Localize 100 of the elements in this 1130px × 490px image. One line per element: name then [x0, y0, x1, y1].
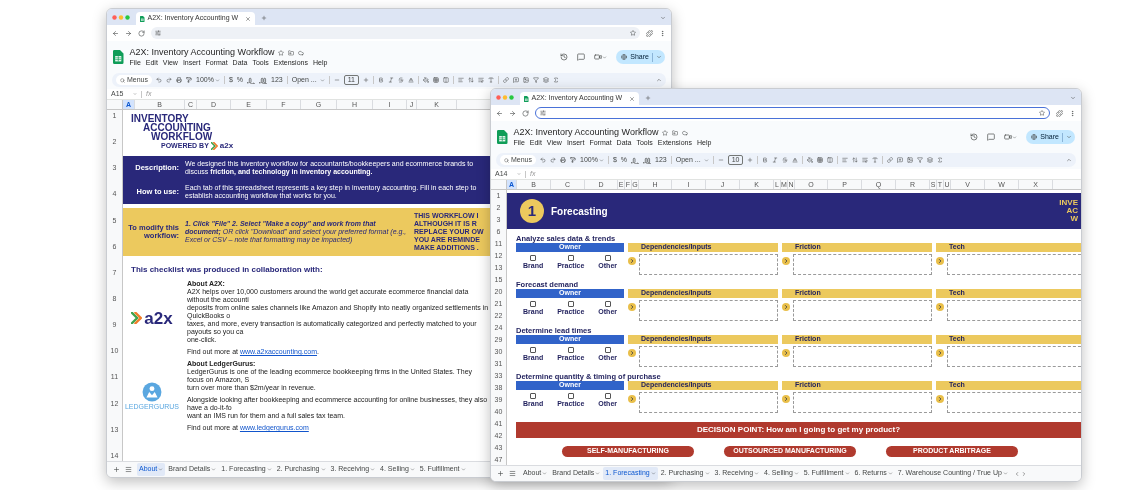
- image-icon[interactable]: [907, 157, 914, 163]
- paint-format-icon[interactable]: [186, 77, 192, 83]
- align-icon[interactable]: [457, 77, 464, 83]
- borders-icon[interactable]: [432, 77, 439, 83]
- add-sheet-icon[interactable]: [113, 466, 120, 473]
- video-icon[interactable]: [1004, 133, 1013, 141]
- print-icon[interactable]: [560, 157, 566, 163]
- add-comment-icon[interactable]: [512, 77, 519, 83]
- increase-decimal-icon[interactable]: [643, 156, 652, 164]
- input-field[interactable]: [793, 346, 932, 367]
- merge-cells-icon[interactable]: [827, 157, 834, 163]
- borders-icon[interactable]: [817, 157, 824, 163]
- input-field[interactable]: [947, 346, 1081, 367]
- close-icon[interactable]: [629, 95, 636, 102]
- input-field[interactable]: [639, 392, 778, 413]
- checkbox[interactable]: [567, 347, 574, 353]
- chevron-down-icon[interactable]: [1070, 95, 1076, 101]
- text-rotation-icon[interactable]: [872, 157, 879, 163]
- checkbox[interactable]: [530, 301, 537, 307]
- reload-icon[interactable]: [522, 109, 529, 117]
- minus-icon[interactable]: [333, 77, 340, 83]
- undo-icon[interactable]: [540, 157, 546, 163]
- increase-decimal-icon[interactable]: [259, 76, 268, 84]
- wrap-text-icon[interactable]: [477, 77, 484, 83]
- checkbox[interactable]: [530, 347, 537, 353]
- italic-icon[interactable]: [772, 157, 779, 163]
- collapse-icon[interactable]: [656, 77, 662, 83]
- collapse-icon[interactable]: [1066, 157, 1072, 163]
- strikethrough-icon[interactable]: [397, 77, 404, 83]
- checkbox[interactable]: [567, 255, 574, 261]
- cloud-icon[interactable]: [682, 129, 689, 136]
- strikethrough-icon[interactable]: [782, 157, 789, 163]
- fill-color-icon[interactable]: [807, 157, 814, 163]
- checkbox[interactable]: [567, 393, 574, 399]
- input-field[interactable]: [639, 346, 778, 367]
- text-rotation-icon[interactable]: [487, 77, 494, 83]
- plus-icon[interactable]: [362, 77, 369, 83]
- undo-icon[interactable]: [156, 77, 162, 83]
- link-icon[interactable]: [502, 77, 509, 83]
- input-field[interactable]: [793, 300, 932, 321]
- checkbox[interactable]: [604, 255, 611, 261]
- all-sheets-icon[interactable]: [509, 470, 516, 477]
- checkbox[interactable]: [567, 301, 574, 307]
- input-field[interactable]: [639, 254, 778, 275]
- input-field[interactable]: [947, 392, 1081, 413]
- back-icon[interactable]: [112, 29, 119, 37]
- vertical-align-icon[interactable]: [852, 157, 859, 163]
- text-color-icon[interactable]: [792, 157, 799, 163]
- back-icon[interactable]: [496, 109, 503, 117]
- align-icon[interactable]: [842, 157, 849, 163]
- checkbox[interactable]: [604, 301, 611, 307]
- scroll-left-icon[interactable]: [1013, 470, 1020, 477]
- minus-icon[interactable]: [717, 157, 724, 163]
- bold-icon[interactable]: [762, 157, 769, 163]
- paint-format-icon[interactable]: [570, 157, 576, 163]
- new-tab-icon[interactable]: [261, 15, 268, 21]
- checkbox[interactable]: [604, 393, 611, 399]
- checkbox[interactable]: [604, 347, 611, 353]
- comment-icon[interactable]: [577, 53, 586, 61]
- document-title[interactable]: A2X: Inventory Accounting Workflow: [129, 48, 275, 57]
- add-comment-icon[interactable]: [897, 157, 904, 163]
- move-folder-icon[interactable]: [288, 49, 295, 56]
- history-icon[interactable]: [560, 53, 569, 61]
- extensions-icon[interactable]: [646, 29, 653, 37]
- add-sheet-icon[interactable]: [497, 470, 504, 477]
- input-field[interactable]: [947, 254, 1081, 275]
- caret-icon[interactable]: [1012, 134, 1018, 140]
- video-icon[interactable]: [594, 53, 603, 61]
- plus-icon[interactable]: [747, 157, 754, 163]
- functions-icon[interactable]: [937, 157, 944, 163]
- comment-icon[interactable]: [987, 133, 996, 141]
- caret-icon[interactable]: [602, 54, 608, 60]
- input-field[interactable]: [793, 392, 932, 413]
- fill-color-icon[interactable]: [422, 77, 429, 83]
- filter-icon[interactable]: [532, 77, 539, 83]
- input-field[interactable]: [947, 300, 1081, 321]
- italic-icon[interactable]: [387, 77, 394, 83]
- address-field[interactable]: [151, 27, 640, 39]
- reload-icon[interactable]: [138, 29, 145, 37]
- print-icon[interactable]: [176, 77, 182, 83]
- bookmark-star-icon[interactable]: [630, 30, 636, 36]
- star-icon[interactable]: [662, 129, 669, 136]
- checkbox[interactable]: [530, 255, 537, 261]
- move-folder-icon[interactable]: [672, 129, 679, 136]
- history-icon[interactable]: [970, 133, 979, 141]
- wrap-text-icon[interactable]: [862, 157, 869, 163]
- redo-icon[interactable]: [166, 77, 172, 83]
- checkbox[interactable]: [530, 393, 537, 399]
- window-controls-icon[interactable]: [496, 95, 514, 100]
- filter-icon[interactable]: [917, 157, 924, 163]
- cloud-icon[interactable]: [298, 49, 305, 56]
- forward-icon[interactable]: [509, 109, 516, 117]
- text-color-icon[interactable]: [407, 77, 414, 83]
- input-field[interactable]: [793, 254, 932, 275]
- vertical-align-icon[interactable]: [467, 77, 474, 83]
- scroll-right-icon[interactable]: [1020, 470, 1027, 477]
- decrease-decimal-icon[interactable]: [247, 76, 256, 84]
- extensions-icon[interactable]: [1056, 109, 1063, 117]
- link-icon[interactable]: [887, 157, 894, 163]
- document-title[interactable]: A2X: Inventory Accounting Workflow: [513, 128, 659, 137]
